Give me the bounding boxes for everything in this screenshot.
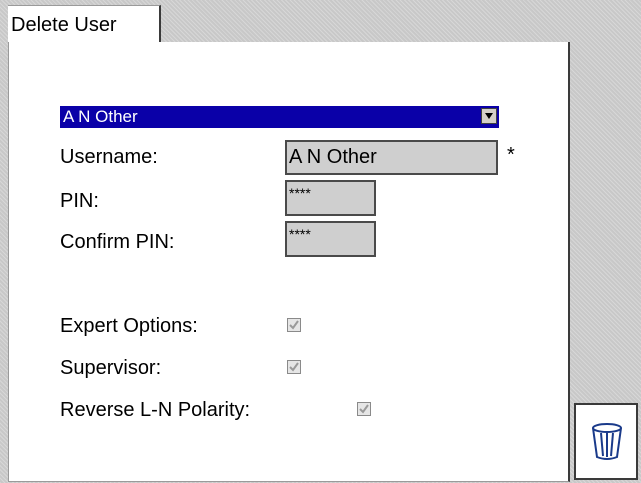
reverse-polarity-label: Reverse L-N Polarity: <box>60 399 251 421</box>
form-area: A N Other Username: A N Other * PIN: ***… <box>0 0 641 483</box>
reverse-polarity-checkbox[interactable] <box>357 402 371 416</box>
pin-field[interactable]: **** <box>285 180 376 216</box>
expert-options-label: Expert Options: <box>60 315 198 337</box>
chevron-down-icon[interactable] <box>481 108 497 124</box>
delete-button[interactable] <box>574 403 638 480</box>
expert-options-checkbox[interactable] <box>287 318 301 332</box>
pin-value: **** <box>289 185 311 201</box>
username-field[interactable]: A N Other <box>285 140 498 175</box>
supervisor-label: Supervisor: <box>60 357 162 379</box>
user-select-value: A N Other <box>63 107 138 126</box>
supervisor-checkbox[interactable] <box>287 360 301 374</box>
username-value: A N Other <box>289 146 377 168</box>
user-select-dropdown[interactable]: A N Other <box>60 106 499 128</box>
trash-can-icon <box>592 423 622 460</box>
pin-label: PIN: <box>60 190 99 212</box>
confirm-pin-field[interactable]: **** <box>285 221 376 257</box>
username-label: Username: <box>60 146 158 168</box>
confirm-pin-value: **** <box>289 226 311 242</box>
required-marker: * <box>507 144 515 166</box>
confirm-pin-label: Confirm PIN: <box>60 231 175 253</box>
